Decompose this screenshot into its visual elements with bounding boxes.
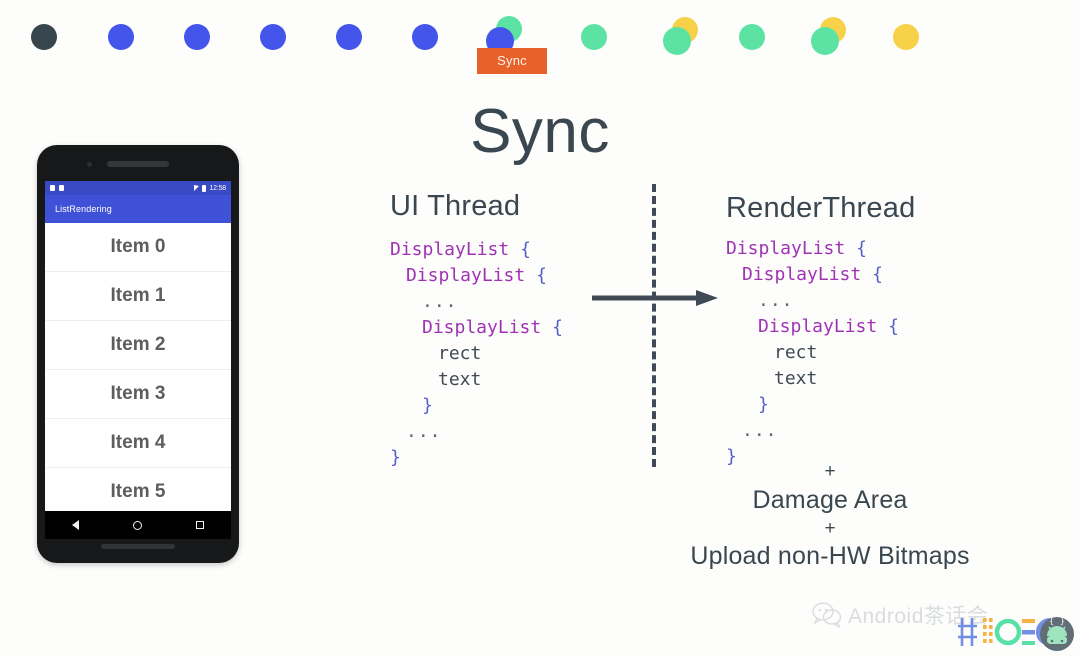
render-thread-plus-1: + [824, 461, 836, 482]
code-line: ... [390, 289, 563, 315]
render-thread-caption-1: Damage Area [752, 486, 908, 514]
code-line: ... [390, 419, 563, 445]
phase-dot-6[interactable] [412, 24, 438, 50]
code-token: { [856, 238, 867, 259]
code-token: rect [774, 342, 818, 363]
list-item[interactable]: Item 2 [45, 321, 231, 370]
phase-dot-9-front[interactable] [663, 27, 691, 55]
code-line: text [726, 366, 899, 392]
phase-dot-12[interactable] [893, 24, 919, 50]
code-line: DisplayList { [390, 263, 563, 289]
render-thread-caption-2: Upload non-HW Bitmaps [690, 542, 970, 570]
code-token: ... [758, 290, 794, 311]
code-token: } [390, 447, 401, 468]
code-line: } [726, 392, 899, 418]
code-token: } [758, 394, 769, 415]
phase-dot-10[interactable] [739, 24, 765, 50]
code-token: DisplayList [726, 238, 846, 259]
android-dev-logo-icon: { } [958, 617, 1074, 651]
code-token: ... [422, 291, 458, 312]
code-line: } [390, 445, 563, 471]
phase-dot-11-front[interactable] [811, 27, 839, 55]
notification-square-icon [59, 185, 64, 191]
bottom-speaker-grille [101, 544, 175, 549]
wifi-icon [194, 185, 200, 191]
front-camera-icon [87, 162, 92, 167]
code-line: rect [726, 340, 899, 366]
phase-dot-1[interactable] [31, 24, 57, 50]
app-bar-title: ListRendering [55, 204, 112, 214]
code-line: DisplayList { [390, 237, 563, 263]
render-thread-code-block: DisplayList {DisplayList {... DisplayList… [726, 236, 899, 470]
code-token: { [888, 316, 899, 337]
code-token: DisplayList [406, 265, 526, 286]
android-status-bar: 12:58 [45, 181, 231, 195]
slide-canvas: Sync Sync UI Thread DisplayList {Display… [0, 0, 1080, 656]
list-item[interactable]: Item 4 [45, 419, 231, 468]
list-item[interactable]: Item 1 [45, 272, 231, 321]
phone-screen: 12:58 ListRendering Item 0 Item 1 Item 2 It… [45, 181, 231, 511]
code-line: text [390, 367, 563, 393]
code-token: text [438, 369, 482, 390]
code-line: DisplayList { [726, 262, 899, 288]
ui-thread-heading: UI Thread [390, 190, 521, 222]
code-line: DisplayList { [726, 314, 899, 340]
code-token: text [774, 368, 818, 389]
triangle-back-icon[interactable] [72, 520, 79, 530]
code-token: ... [742, 420, 778, 441]
code-token: { [552, 317, 563, 338]
status-system-icons: 12:58 [194, 184, 226, 192]
code-line: ... [726, 418, 899, 444]
list-item[interactable]: Item 0 [45, 223, 231, 272]
code-token: DisplayList [742, 264, 862, 285]
sync-tooltip: Sync [477, 48, 547, 74]
code-token: DisplayList [758, 316, 878, 337]
code-token: { [536, 265, 547, 286]
phase-dot-2[interactable] [108, 24, 134, 50]
status-notification-icons [50, 185, 64, 191]
code-line: ... [726, 288, 899, 314]
code-token: } [422, 395, 433, 416]
code-line: DisplayList { [726, 236, 899, 262]
list-item[interactable]: Item 5 [45, 468, 231, 511]
app-bar: ListRendering [45, 195, 231, 223]
list-item[interactable]: Item 3 [45, 370, 231, 419]
phone-mockup: 12:58 ListRendering Item 0 Item 1 Item 2 It… [37, 145, 239, 563]
phase-dot-8[interactable] [581, 24, 607, 50]
battery-icon [202, 184, 207, 192]
thread-divider [652, 184, 656, 467]
code-token: rect [438, 343, 482, 364]
code-token: { [872, 264, 883, 285]
code-token: DisplayList [422, 317, 542, 338]
code-token: { [520, 239, 531, 260]
code-line: } [390, 393, 563, 419]
earpiece-speaker [107, 161, 169, 167]
code-token: DisplayList [390, 239, 510, 260]
render-thread-heading: RenderThread [726, 192, 916, 224]
sync-arrow-icon [592, 290, 718, 306]
wechat-icon [812, 602, 842, 628]
circle-home-icon[interactable] [133, 520, 142, 530]
code-line: DisplayList { [390, 315, 563, 341]
square-recents-icon[interactable] [196, 521, 204, 529]
frame-phase-timeline: Sync [0, 0, 1080, 84]
android-nav-bar [45, 511, 231, 539]
status-clock: 12:58 [209, 184, 226, 192]
notification-square-icon [50, 185, 55, 191]
svg-text:{ }: { } [1049, 617, 1065, 627]
phase-dot-5[interactable] [336, 24, 362, 50]
ui-thread-code-block: DisplayList {DisplayList {... DisplayList… [390, 237, 563, 471]
code-token: ... [406, 421, 442, 442]
phase-dot-4[interactable] [260, 24, 286, 50]
code-line: rect [390, 341, 563, 367]
phase-dot-3[interactable] [184, 24, 210, 50]
render-thread-plus-2: + [824, 518, 836, 539]
rendering-list[interactable]: Item 0 Item 1 Item 2 Item 3 Item 4 Item 5 [45, 223, 231, 511]
